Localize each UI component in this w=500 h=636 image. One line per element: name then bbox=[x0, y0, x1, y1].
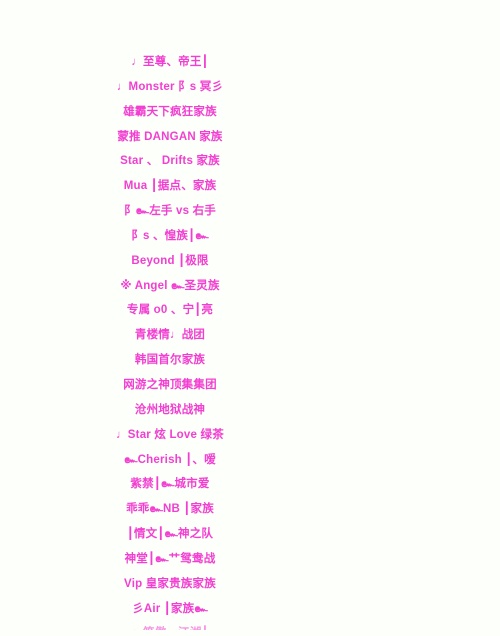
list-item: ┃情文┃๛神之队 bbox=[126, 528, 214, 541]
list-item: ※ Angel ๛圣灵族 bbox=[120, 279, 220, 292]
list-item: 蒙推 DANGAN 家族 bbox=[117, 130, 223, 143]
list-item: 乖乖๛NB ┃家族 bbox=[126, 503, 214, 516]
list-item: ♩至尊、帝王┃ bbox=[131, 56, 209, 68]
list-item: ♩Star 炫 Love 绿茶 bbox=[116, 428, 224, 441]
list-item: 青楼情♩战团 bbox=[134, 329, 206, 342]
list-item: Star 、 Drifts 家族 bbox=[120, 155, 220, 168]
clan-name-list: ♩至尊、帝王┃ ♩Monster 阝s 冥彡 雄霸天下疯狂家族 蒙推 DANGA… bbox=[0, 50, 340, 636]
list-item: 阝๛左手 vs 右手 bbox=[124, 205, 216, 218]
list-item: ♩笑傲、江湖┃ bbox=[131, 627, 209, 636]
list-item: 神堂┃๛艹鸳鸯战 bbox=[124, 552, 216, 565]
list-item: Mua ┃据点、家族 bbox=[123, 180, 217, 193]
list-item: 专属 o0 、宁┃亮 bbox=[126, 304, 214, 317]
list-item: Beyond ┃极限 bbox=[131, 254, 209, 267]
list-item: 阝s 、惶族┃๛ bbox=[131, 229, 209, 242]
list-item: 网游之神顶集集团 bbox=[123, 378, 217, 391]
list-item: 紫禁┃๛城市爱 bbox=[130, 478, 210, 491]
list-item: 彡Air ┃家族๛ bbox=[132, 602, 208, 615]
list-item: 韩国首尔家族 bbox=[134, 354, 206, 367]
list-item: 沧州地狱战神 bbox=[134, 403, 206, 416]
list-item: ๛Cherish ┃、嗳 bbox=[124, 453, 216, 466]
name-list-page: ♩至尊、帝王┃ ♩Monster 阝s 冥彡 雄霸天下疯狂家族 蒙推 DANGA… bbox=[0, 0, 500, 636]
list-item: ♩Monster 阝s 冥彡 bbox=[116, 80, 224, 93]
list-item: Vip 皇家贵族家族 bbox=[124, 577, 216, 590]
list-item: 雄霸天下疯狂家族 bbox=[123, 105, 217, 118]
